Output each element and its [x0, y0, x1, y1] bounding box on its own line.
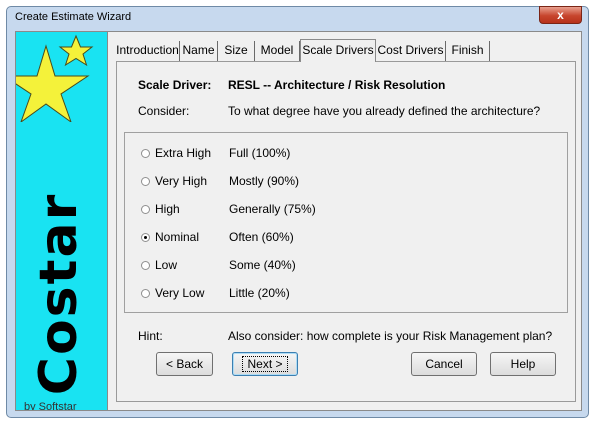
radio-extra-high[interactable] — [141, 149, 150, 158]
rating-label[interactable]: Nominal — [155, 230, 199, 244]
star-icon — [16, 34, 94, 122]
rating-description: Some (40%) — [229, 258, 296, 272]
rating-description: Generally (75%) — [229, 202, 316, 216]
tab-cost-drivers[interactable]: Cost Drivers — [376, 41, 446, 61]
radio-low[interactable] — [141, 261, 150, 270]
next-button[interactable]: Next > — [232, 352, 298, 376]
tab-finish[interactable]: Finish — [446, 41, 490, 61]
rating-description: Mostly (90%) — [229, 174, 300, 188]
tab-size[interactable]: Size — [218, 41, 255, 61]
rating-description: Little (20%) — [229, 286, 290, 300]
rating-label[interactable]: Low — [155, 258, 177, 272]
tab-name[interactable]: Name — [180, 41, 218, 61]
close-icon[interactable]: x — [557, 8, 564, 22]
rating-label[interactable]: Very Low — [155, 286, 204, 300]
back-button[interactable]: < Back — [156, 352, 213, 376]
consider-label: Consider: — [138, 104, 190, 118]
radio-very-low[interactable] — [141, 289, 150, 298]
vendor-label: by Softstar — [24, 401, 77, 410]
window-title: Create Estimate Wizard — [15, 11, 132, 23]
scale-driver-label: Scale Driver: — [138, 78, 212, 92]
tab-model[interactable]: Model — [255, 41, 300, 61]
scale-driver-value: RESL -- Architecture / Risk Resolution — [228, 78, 446, 92]
tab-introduction[interactable]: Introduction — [116, 41, 180, 61]
cancel-button[interactable]: Cancel — [411, 352, 477, 376]
close-button[interactable]: x — [539, 6, 582, 24]
scale-drivers-page: Scale Driver: RESL -- Architecture / Ris… — [116, 61, 576, 402]
wizard-client-area: Costar by Softstar Introduction Name Siz… — [15, 31, 582, 411]
hint-text: Also consider: how complete is your Risk… — [228, 329, 553, 343]
rating-description: Often (60%) — [229, 230, 294, 244]
rating-description: Full (100%) — [229, 146, 291, 160]
help-button[interactable]: Help — [490, 352, 556, 376]
rating-label[interactable]: Extra High — [155, 146, 211, 160]
radio-nominal[interactable] — [141, 233, 150, 242]
rating-options-group: Extra High Full (100%) Very High Mostly … — [124, 132, 568, 313]
tab-scale-drivers[interactable]: Scale Drivers — [300, 39, 376, 62]
side-banner: Costar by Softstar — [16, 32, 108, 410]
radio-selected-dot — [144, 236, 147, 239]
radio-very-high[interactable] — [141, 177, 150, 186]
title-bar[interactable]: Create Estimate Wizard x — [7, 6, 588, 29]
next-button-label[interactable]: Next > — [242, 356, 288, 372]
wizard-window: Create Estimate Wizard x Costar by Softs… — [6, 6, 589, 418]
brand-logo: Costar — [29, 192, 89, 396]
consider-question: To what degree have you already defined … — [228, 104, 541, 118]
rating-label[interactable]: High — [155, 202, 180, 216]
rating-label[interactable]: Very High — [155, 174, 207, 188]
hint-label: Hint: — [138, 329, 163, 343]
radio-high[interactable] — [141, 205, 150, 214]
